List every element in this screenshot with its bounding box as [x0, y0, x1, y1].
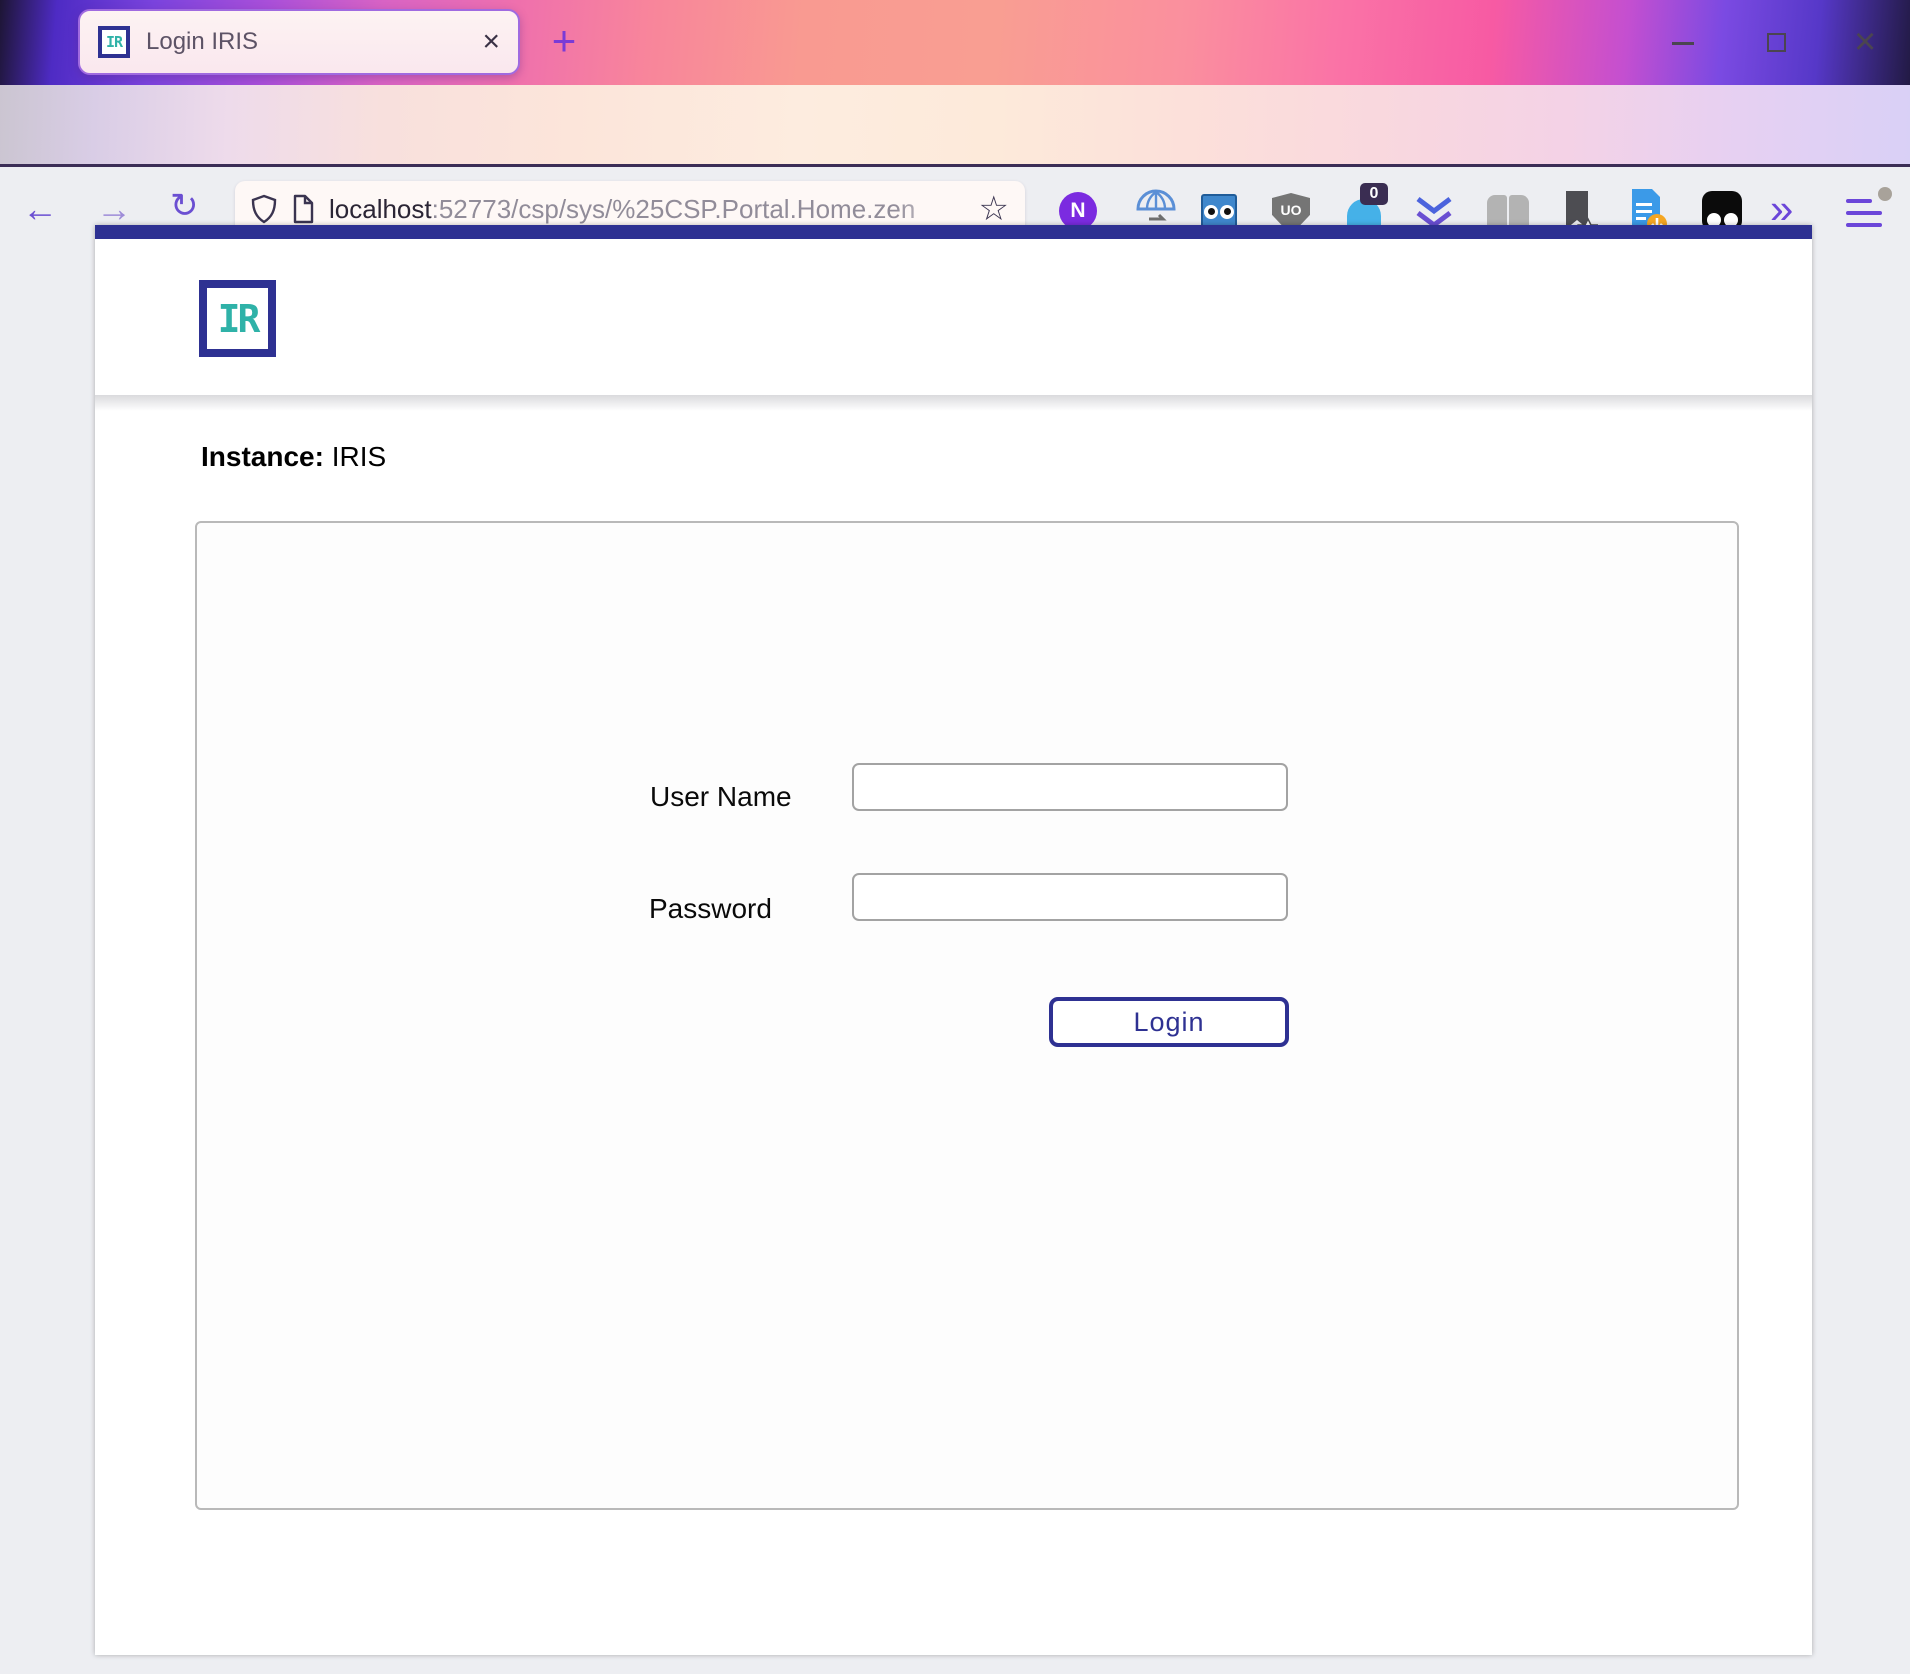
tab-title: Login IRIS: [146, 28, 466, 56]
url-text[interactable]: localhost:52773/csp/sys/%25CSP.Portal.Ho…: [329, 194, 965, 225]
book-right-page: [1509, 195, 1529, 229]
tab-login-iris[interactable]: IR Login IRIS ×: [78, 9, 520, 75]
window-close-icon[interactable]: ×: [1854, 18, 1876, 66]
url-fade: [895, 194, 965, 225]
bookmark-star-icon[interactable]: ☆: [979, 192, 1009, 226]
window-minimize-icon[interactable]: [1672, 42, 1694, 45]
ghostery-badge: 0: [1360, 183, 1388, 205]
reader-book-icon[interactable]: [1487, 195, 1529, 229]
instance-line: Instance: IRIS: [201, 441, 386, 473]
login-panel: User Name Password Login: [195, 521, 1739, 1510]
forward-icon[interactable]: →: [96, 191, 132, 227]
new-tab-button[interactable]: +: [544, 18, 584, 66]
login-button[interactable]: Login: [1049, 997, 1289, 1047]
browser-window: IR Login IRIS × + × ← → ↻ localhost:5277…: [0, 0, 1910, 1674]
shield-icon[interactable]: [251, 194, 277, 224]
header-divider: [95, 395, 1812, 411]
back-icon[interactable]: ←: [22, 191, 58, 227]
menu-hamburger-icon[interactable]: [1846, 199, 1882, 227]
eye-right: [1220, 205, 1234, 219]
login-page-card: IR Instance: IRIS User Name Password Log…: [95, 225, 1812, 1655]
navigation-toolbar: ← → ↻ localhost:52773/csp/sys/%25CSP.Por…: [0, 85, 1910, 167]
page-info-icon[interactable]: [291, 194, 315, 224]
tab-close-icon[interactable]: ×: [482, 27, 500, 57]
instance-label: Instance:: [201, 441, 324, 472]
iris-logo: IR: [199, 280, 276, 357]
window-maximize-icon[interactable]: [1767, 33, 1786, 52]
reload-icon[interactable]: ↻: [170, 189, 199, 223]
brand-top-bar: [95, 225, 1812, 239]
burger-bar: [1846, 223, 1882, 227]
iris-favicon-icon: IR: [98, 26, 130, 58]
password-input[interactable]: [852, 873, 1288, 921]
url-host: localhost: [329, 194, 432, 224]
overflow-chevrons-icon[interactable]: »: [1770, 188, 1793, 230]
tab-bar: IR Login IRIS × + ×: [0, 0, 1910, 85]
eye-left: [1204, 205, 1218, 219]
url-path: :52773/csp/sys/%25CSP.Portal.Home.zen: [432, 194, 916, 224]
book-left-page: [1487, 195, 1507, 229]
instance-value: IRIS: [324, 441, 386, 472]
menu-notification-dot: [1878, 187, 1892, 201]
burger-bar: [1846, 199, 1872, 203]
password-label: Password: [649, 893, 772, 925]
burger-bar: [1846, 211, 1882, 215]
username-input[interactable]: [852, 763, 1288, 811]
username-label: User Name: [650, 781, 792, 813]
